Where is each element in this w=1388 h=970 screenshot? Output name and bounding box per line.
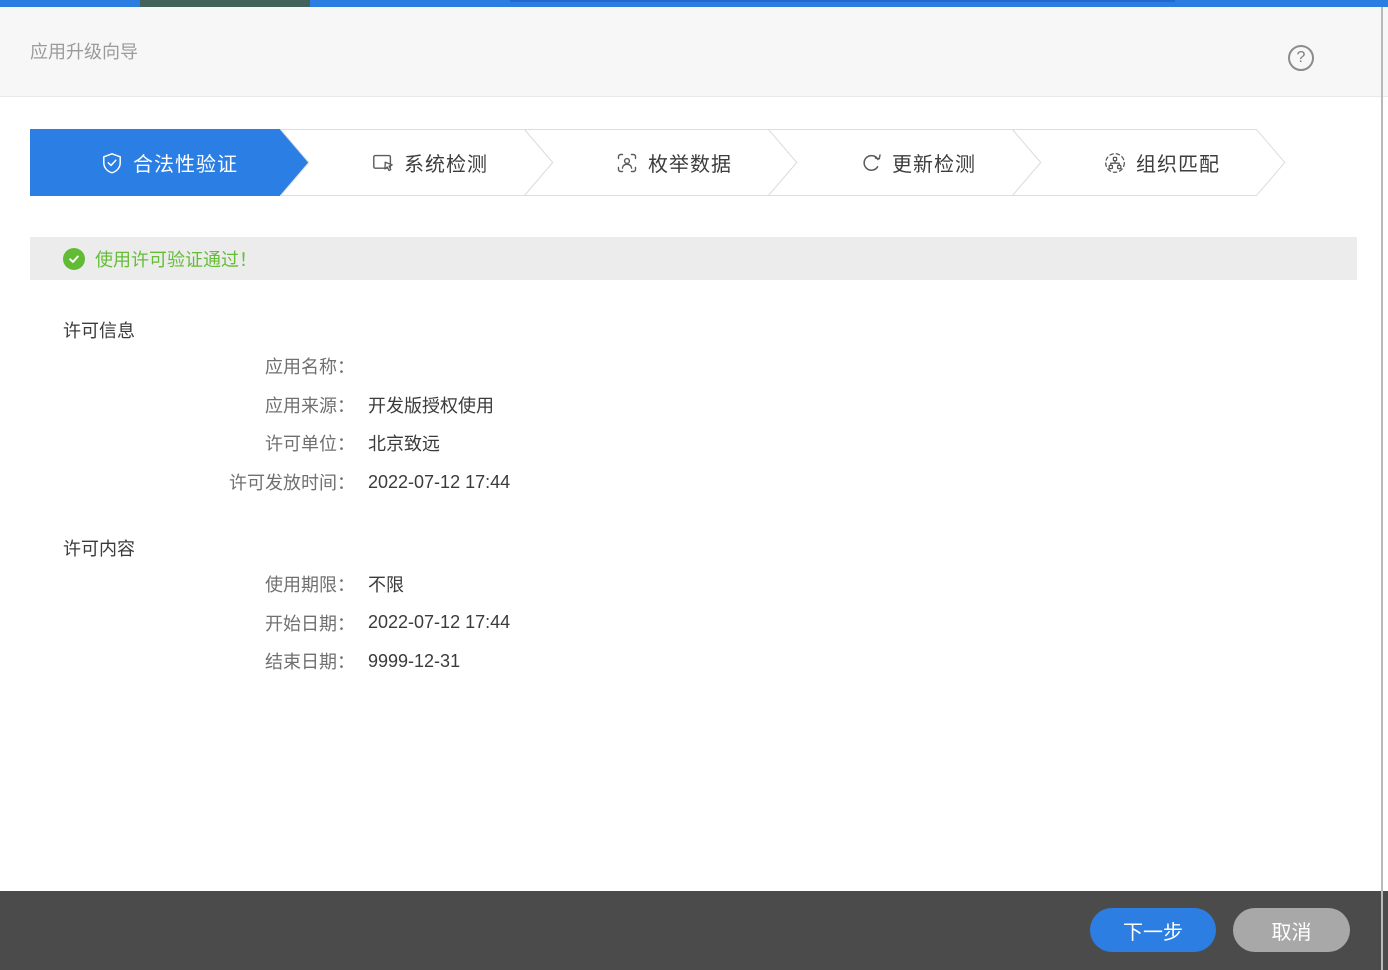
step-label: 系统检测 [404,154,488,176]
success-check-icon [63,247,85,270]
section-title: 许可信息 [63,321,135,341]
step-system-detection[interactable]: 系统检测 [280,129,554,196]
monitor-cursor-icon [372,152,394,174]
license-row-app-name: 应用名称： [265,357,355,378]
right-edge-divider [1381,7,1383,970]
page-title: 应用升级向导 [30,42,138,62]
cancel-button[interactable]: 取消 [1233,908,1350,952]
license-row-app-source: 应用来源： 开发版授权使用 [265,395,494,416]
license-row-usage-period: 使用期限： 不限 [265,575,404,596]
license-pass-banner: 使用许可验证通过！ [30,237,1357,280]
face-scan-icon [616,152,638,174]
app-upgrade-wizard-window: 应用升级向导 ? 合法性验证 系统检测 枚举数据 更新检测 组织匹配 使用许可验… [0,0,1388,970]
step-label: 枚举数据 [648,154,732,176]
top-strip-shade-line [510,0,1175,2]
wizard-stepper: 合法性验证 系统检测 枚举数据 更新检测 组织匹配 [30,129,1316,196]
step-organization-match[interactable]: 组织匹配 [1012,129,1286,196]
step-enumerate-data[interactable]: 枚举数据 [524,129,798,196]
help-icon[interactable]: ? [1288,45,1314,71]
license-row-issue-time: 许可发放时间： 2022-07-12 17:44 [229,471,511,494]
step-label: 更新检测 [892,154,976,176]
shield-check-icon [101,152,123,174]
license-row-end-date: 结束日期： 9999-12-31 [265,650,461,673]
license-row-licensee: 许可单位： 北京致远 [265,434,440,455]
section-title: 许可内容 [63,539,135,559]
step-label: 合法性验证 [133,154,238,176]
browser-top-strip [0,0,1388,7]
step-update-detection[interactable]: 更新检测 [768,129,1042,196]
license-pass-text: 使用许可验证通过！ [95,249,257,270]
license-row-start-date: 开始日期： 2022-07-12 17:44 [265,612,511,634]
step-legality-verification[interactable]: 合法性验证 [30,129,309,196]
step-label: 组织匹配 [1136,154,1220,176]
org-match-icon [1104,152,1126,174]
wizard-header: 应用升级向导 ? [0,7,1388,97]
next-step-button[interactable]: 下一步 [1090,908,1216,952]
refresh-icon [860,152,882,174]
top-strip-dark-segment [140,0,310,7]
wizard-footer: 下一步 取消 [0,891,1388,970]
license-content-section: 许可内容 使用期限： 不限 开始日期： 2022-07-12 17:44 结束日… [30,537,930,681]
license-info-section: 许可信息 应用名称： 应用来源： 开发版授权使用 许可单位： 北京致远 许可发放… [30,319,930,501]
